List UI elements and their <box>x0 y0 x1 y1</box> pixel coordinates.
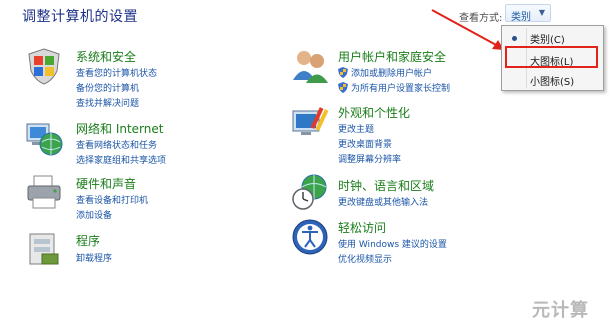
link[interactable]: 调整屏幕分辨率 <box>338 152 401 165</box>
link[interactable]: 更改主题 <box>338 122 374 135</box>
category-title[interactable]: 时钟、语言和区域 <box>338 177 434 194</box>
clock-globe-icon <box>292 174 327 210</box>
page-title: 调整计算机的设置 <box>22 9 138 25</box>
view-by-label: 查看方式: <box>459 13 503 24</box>
link[interactable]: 备份您的计算机 <box>76 81 139 94</box>
link[interactable]: 更改键盘或其他输入法 <box>338 195 428 208</box>
category-title[interactable]: 程序 <box>76 232 100 249</box>
chevron-down-icon: ▼ <box>538 8 545 17</box>
link[interactable]: 查找并解决问题 <box>76 96 139 109</box>
menu-item-category[interactable]: 类别(C) <box>530 31 565 46</box>
network-globe-icon <box>26 123 63 156</box>
link[interactable]: 卸载程序 <box>76 251 112 264</box>
watermark: 元计算 <box>532 300 589 321</box>
link[interactable]: 选择家庭组和共享选项 <box>76 153 166 166</box>
category-title[interactable]: 系统和安全 <box>76 48 136 65</box>
category-title[interactable]: 网络和 Internet <box>76 120 163 137</box>
link[interactable]: 查看设备和打印机 <box>76 193 148 206</box>
link[interactable]: 使用 Windows 建议的设置 <box>338 237 447 250</box>
appearance-icon <box>292 107 329 135</box>
category-title[interactable]: 轻松访问 <box>338 219 386 236</box>
view-by-value: 类别 <box>511 12 531 23</box>
category-title[interactable]: 外观和个性化 <box>338 104 410 121</box>
link[interactable]: 添加设备 <box>76 208 112 221</box>
ease-of-access-icon <box>292 219 328 255</box>
link[interactable]: 为所有用户设置家长控制 <box>351 81 450 94</box>
link[interactable]: 查看网络状态和任务 <box>76 138 157 151</box>
highlight-box <box>505 46 598 68</box>
users-icon <box>293 51 328 83</box>
link[interactable]: 优化视频显示 <box>338 252 392 265</box>
printer-icon <box>27 175 61 209</box>
category-title[interactable]: 硬件和声音 <box>76 175 136 192</box>
programs-icon <box>29 233 59 265</box>
uac-shield-icon <box>338 67 348 78</box>
link[interactable]: 添加或删除用户帐户 <box>351 66 432 79</box>
menu-item-small-icons[interactable]: 小图标(S) <box>530 73 574 88</box>
view-by-dropdown[interactable]: 类别 ▼ <box>505 4 551 23</box>
link[interactable]: 更改桌面背景 <box>338 137 392 150</box>
selected-radio-icon <box>512 36 517 41</box>
category-title[interactable]: 用户帐户和家庭安全 <box>338 48 446 65</box>
shield-flag-icon <box>28 48 60 85</box>
uac-shield-icon <box>338 82 348 93</box>
link[interactable]: 查看您的计算机状态 <box>76 66 157 79</box>
